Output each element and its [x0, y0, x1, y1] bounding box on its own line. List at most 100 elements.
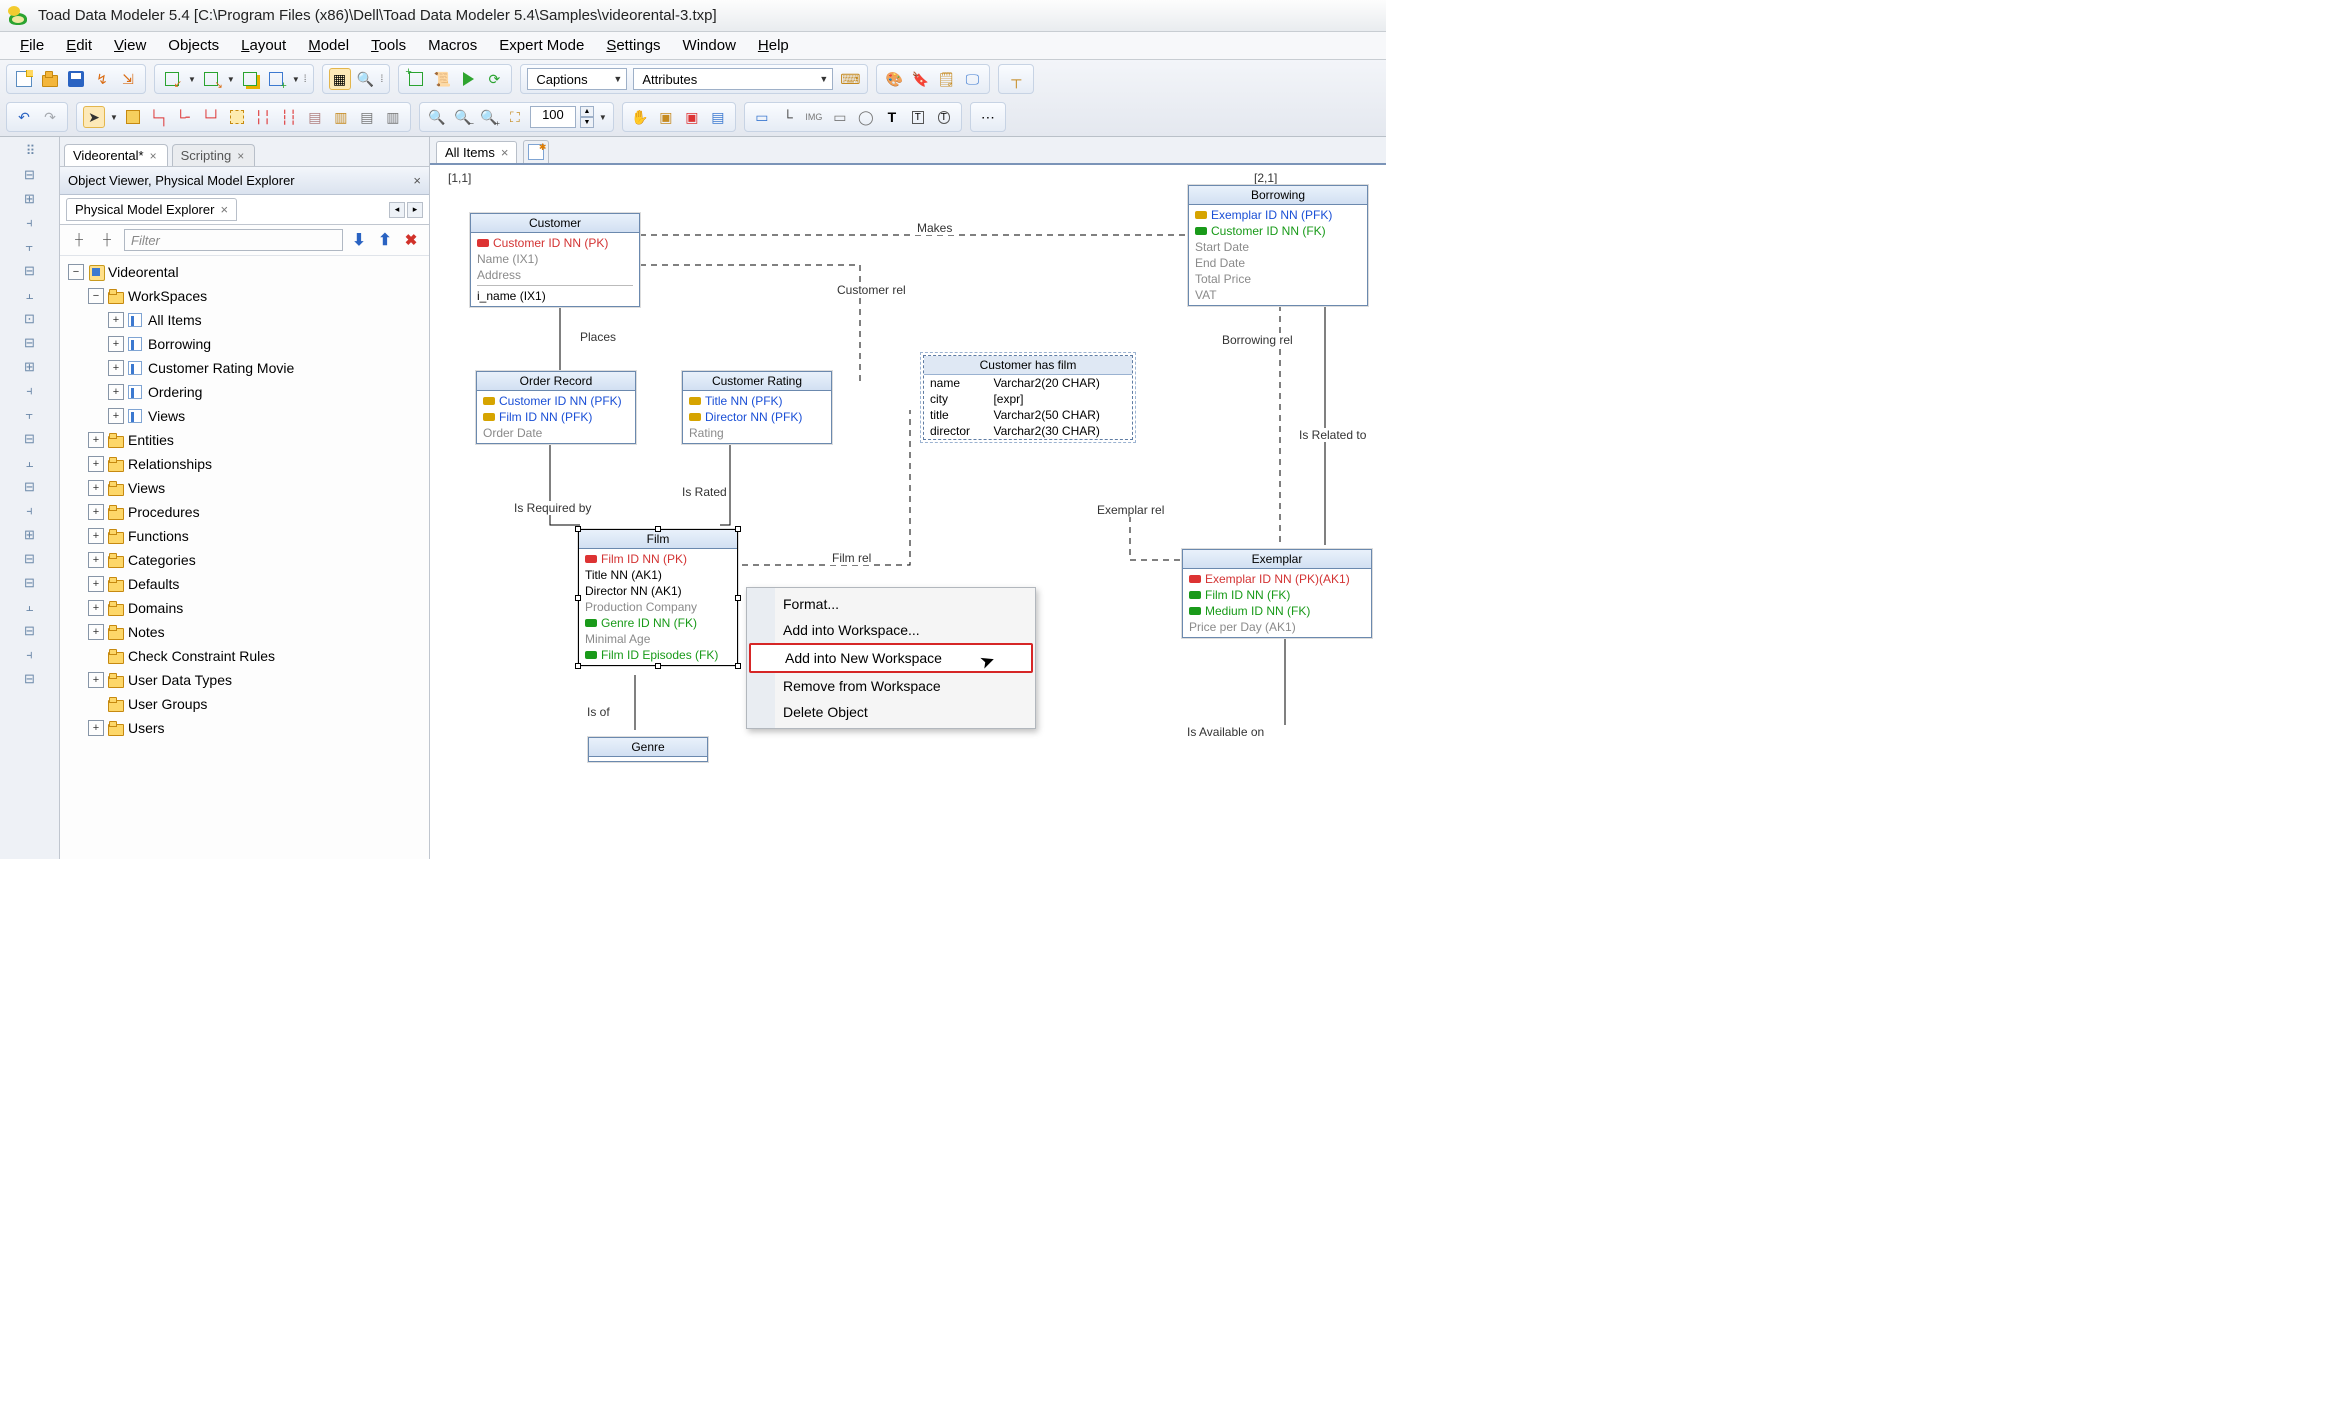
layers-3[interactable]: ▤ [707, 106, 729, 128]
menu-window[interactable]: Window [673, 34, 746, 57]
gutter-tool[interactable]: ⫞ [21, 503, 39, 517]
zoom-fit-button[interactable]: ⛶ [504, 106, 526, 128]
menu-view[interactable]: View [104, 34, 156, 57]
close-icon[interactable]: × [235, 149, 246, 163]
tree-node[interactable]: +Domains [88, 596, 425, 620]
gutter-tool[interactable]: ⫟ [21, 239, 39, 253]
redo-button[interactable]: ↷ [39, 106, 61, 128]
gutter-tool[interactable]: ⠿ [21, 143, 39, 157]
undo-button[interactable]: ↶ [13, 106, 35, 128]
refresh-db-button[interactable]: ⟳ [483, 68, 505, 90]
keyboard-button[interactable]: ⌨ [839, 68, 861, 90]
close-icon[interactable]: × [413, 173, 421, 188]
gutter-tool[interactable]: ⊡ [21, 311, 39, 325]
close-icon[interactable]: × [148, 149, 159, 163]
ctx-remove-from-workspace[interactable]: Remove from Workspace [749, 673, 1033, 699]
convert-in-button[interactable]: ↙ [161, 68, 183, 90]
tree-node[interactable]: +Relationships [88, 452, 425, 476]
ctx-delete-object[interactable]: Delete Object [749, 699, 1033, 725]
zoom-spinner[interactable]: ▲▼ [580, 106, 594, 128]
rel-tool-6[interactable]: ┆┆ [278, 106, 300, 128]
rel-tool-10[interactable]: ▥ [382, 106, 404, 128]
gutter-tool[interactable]: ⊞ [21, 191, 39, 205]
rel-tool-9[interactable]: ▤ [356, 106, 378, 128]
tree-node[interactable]: +Categories [88, 548, 425, 572]
script-button[interactable]: 📜 [431, 68, 453, 90]
gutter-tool[interactable]: ⊟ [21, 167, 39, 181]
tree-node[interactable]: Check Constraint Rules [88, 644, 425, 668]
entity-customer-rating[interactable]: Customer Rating Title NN (PFK) Director … [682, 371, 832, 444]
hand-tool[interactable]: ✋ [629, 106, 651, 128]
menu-settings[interactable]: Settings [596, 34, 670, 57]
rel-tool-2[interactable]: └╴ [174, 106, 196, 128]
inspect-button[interactable]: 🔍 [355, 68, 377, 90]
monitor-button[interactable]: 🖵 [961, 68, 983, 90]
diagram-canvas[interactable]: [1,1] [2,1] .solid{ stroke:#000; stroke-… [430, 165, 1386, 859]
gutter-tool[interactable]: ⊟ [21, 479, 39, 493]
add-page-button[interactable]: + [405, 68, 427, 90]
tree-ws-item[interactable]: +Customer Rating Movie [108, 356, 425, 380]
attributes-dropdown[interactable]: Attributes▼ [633, 68, 833, 90]
hierarchy-button[interactable]: ┬ [1005, 68, 1027, 90]
explorer-tab-physical[interactable]: Physical Model Explorer × [66, 198, 237, 221]
ctx-add-into-new-workspace[interactable]: Add into New Workspace ➤ [749, 643, 1033, 673]
tree-node[interactable]: +Defaults [88, 572, 425, 596]
zoom-out-button[interactable]: 🔍− [452, 106, 474, 128]
menu-model[interactable]: Model [298, 34, 359, 57]
entity-genre[interactable]: Genre [588, 737, 708, 762]
gutter-tool[interactable]: ⊟ [21, 671, 39, 685]
menu-tools[interactable]: Tools [361, 34, 416, 57]
rel-tool-5[interactable]: ╎╎ [252, 106, 274, 128]
ctx-add-into-workspace[interactable]: Add into Workspace... [749, 617, 1033, 643]
rel-tool-4[interactable] [226, 106, 248, 128]
tree-node[interactable]: +User Data Types [88, 668, 425, 692]
rel-tool-3[interactable]: └┘ [200, 106, 222, 128]
menu-expert[interactable]: Expert Mode [489, 34, 594, 57]
tree-node[interactable]: User Groups [88, 692, 425, 716]
layers-1[interactable]: ▣ [655, 106, 677, 128]
connect-button[interactable]: ↯ [91, 68, 113, 90]
tree-root[interactable]: − Videorental [68, 260, 425, 284]
canvas-tab-all-items[interactable]: All Items × [436, 141, 517, 163]
rect-tool[interactable]: ▭ [829, 106, 851, 128]
tree-ws-item[interactable]: +Borrowing [108, 332, 425, 356]
layers-2[interactable]: ▣ [681, 106, 703, 128]
rel-tool-1[interactable]: └┐ [148, 106, 170, 128]
more-button[interactable]: ⋯ [977, 106, 999, 128]
tree-node[interactable]: +Notes [88, 620, 425, 644]
rel-tool-7[interactable]: ▤ [304, 106, 326, 128]
tree-node[interactable]: +Views [88, 476, 425, 500]
tree-node[interactable]: +Users [88, 716, 425, 740]
gutter-tool[interactable]: ⫠ [21, 455, 39, 469]
close-icon[interactable]: × [501, 145, 509, 160]
entity-film[interactable]: Film Film ID NN (PK) Title NN (AK1) Dire… [578, 529, 738, 666]
gutter-tool[interactable]: ⫠ [21, 599, 39, 613]
menu-layout[interactable]: Layout [231, 34, 296, 57]
save-button[interactable] [65, 68, 87, 90]
gutter-tool[interactable]: ⊞ [21, 527, 39, 541]
image-tool[interactable]: IMG [803, 106, 825, 128]
text-oval-tool[interactable]: T [933, 106, 955, 128]
gutter-tool[interactable]: ⊞ [21, 359, 39, 373]
captions-dropdown[interactable]: Captions▼ [527, 68, 627, 90]
canvas-tab-add[interactable] [523, 140, 549, 163]
export-button[interactable]: ⇲ [117, 68, 139, 90]
close-icon[interactable]: × [220, 202, 228, 217]
entity-borrowing[interactable]: Borrowing Exemplar ID NN (PFK) Customer … [1188, 185, 1368, 306]
compare-button[interactable] [239, 68, 261, 90]
tree-workspaces[interactable]: − WorkSpaces [88, 284, 425, 308]
run-button[interactable] [457, 68, 479, 90]
doc-tab-videorental[interactable]: Videorental* × [64, 144, 168, 166]
tree-ws-item[interactable]: +Ordering [108, 380, 425, 404]
filter-input[interactable]: Filter [124, 229, 343, 251]
entity-exemplar[interactable]: Exemplar Exemplar ID NN (PK)(AK1) Film I… [1182, 549, 1372, 638]
zoom-tool[interactable]: 🔍 [426, 106, 448, 128]
stamp-tool[interactable]: ▭ [751, 106, 773, 128]
nav-next-button[interactable]: ▸ [407, 202, 423, 218]
tree-node[interactable]: +Entities [88, 428, 425, 452]
open-button[interactable] [39, 68, 61, 90]
filter-clear-button[interactable]: ✖ [401, 230, 421, 250]
tag-button[interactable]: 🔖 [909, 68, 931, 90]
zoom-in-button[interactable]: 🔍+ [478, 106, 500, 128]
tree-ws-item[interactable]: +All Items [108, 308, 425, 332]
